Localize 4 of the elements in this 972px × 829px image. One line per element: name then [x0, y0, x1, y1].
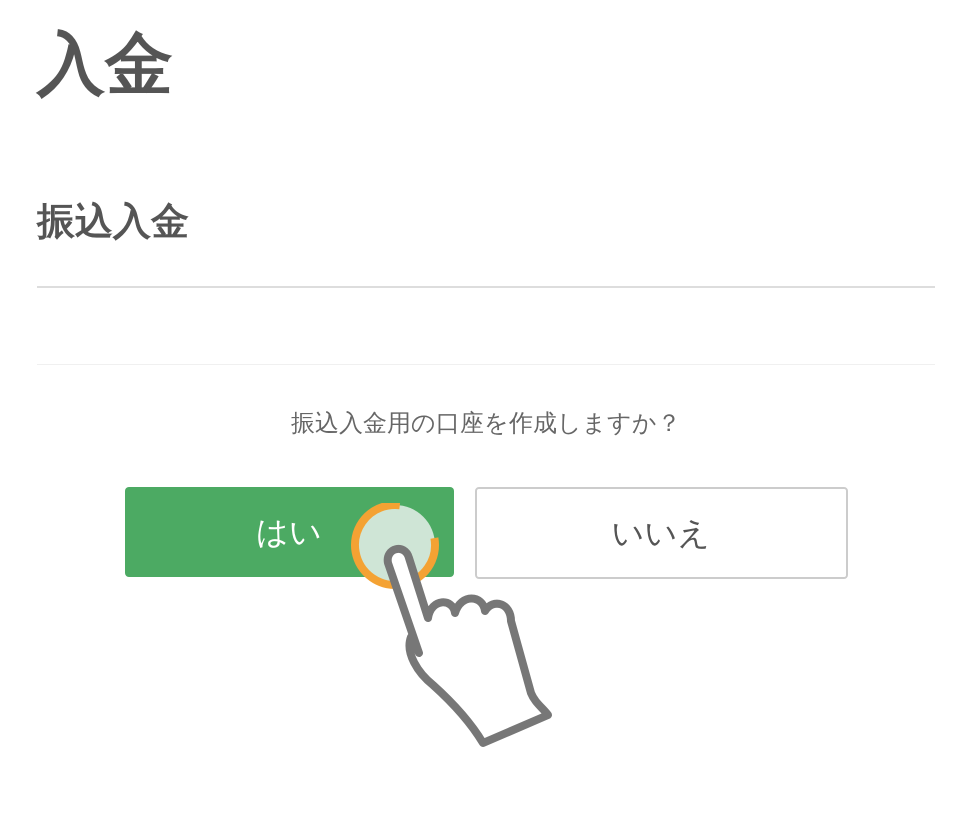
no-button[interactable]: いいえ — [474, 487, 848, 579]
page-title: 入金 — [37, 24, 174, 106]
section-title: 振込入金 — [37, 198, 190, 245]
question-text: 振込入金用の口座を作成しますか？ — [290, 408, 682, 439]
